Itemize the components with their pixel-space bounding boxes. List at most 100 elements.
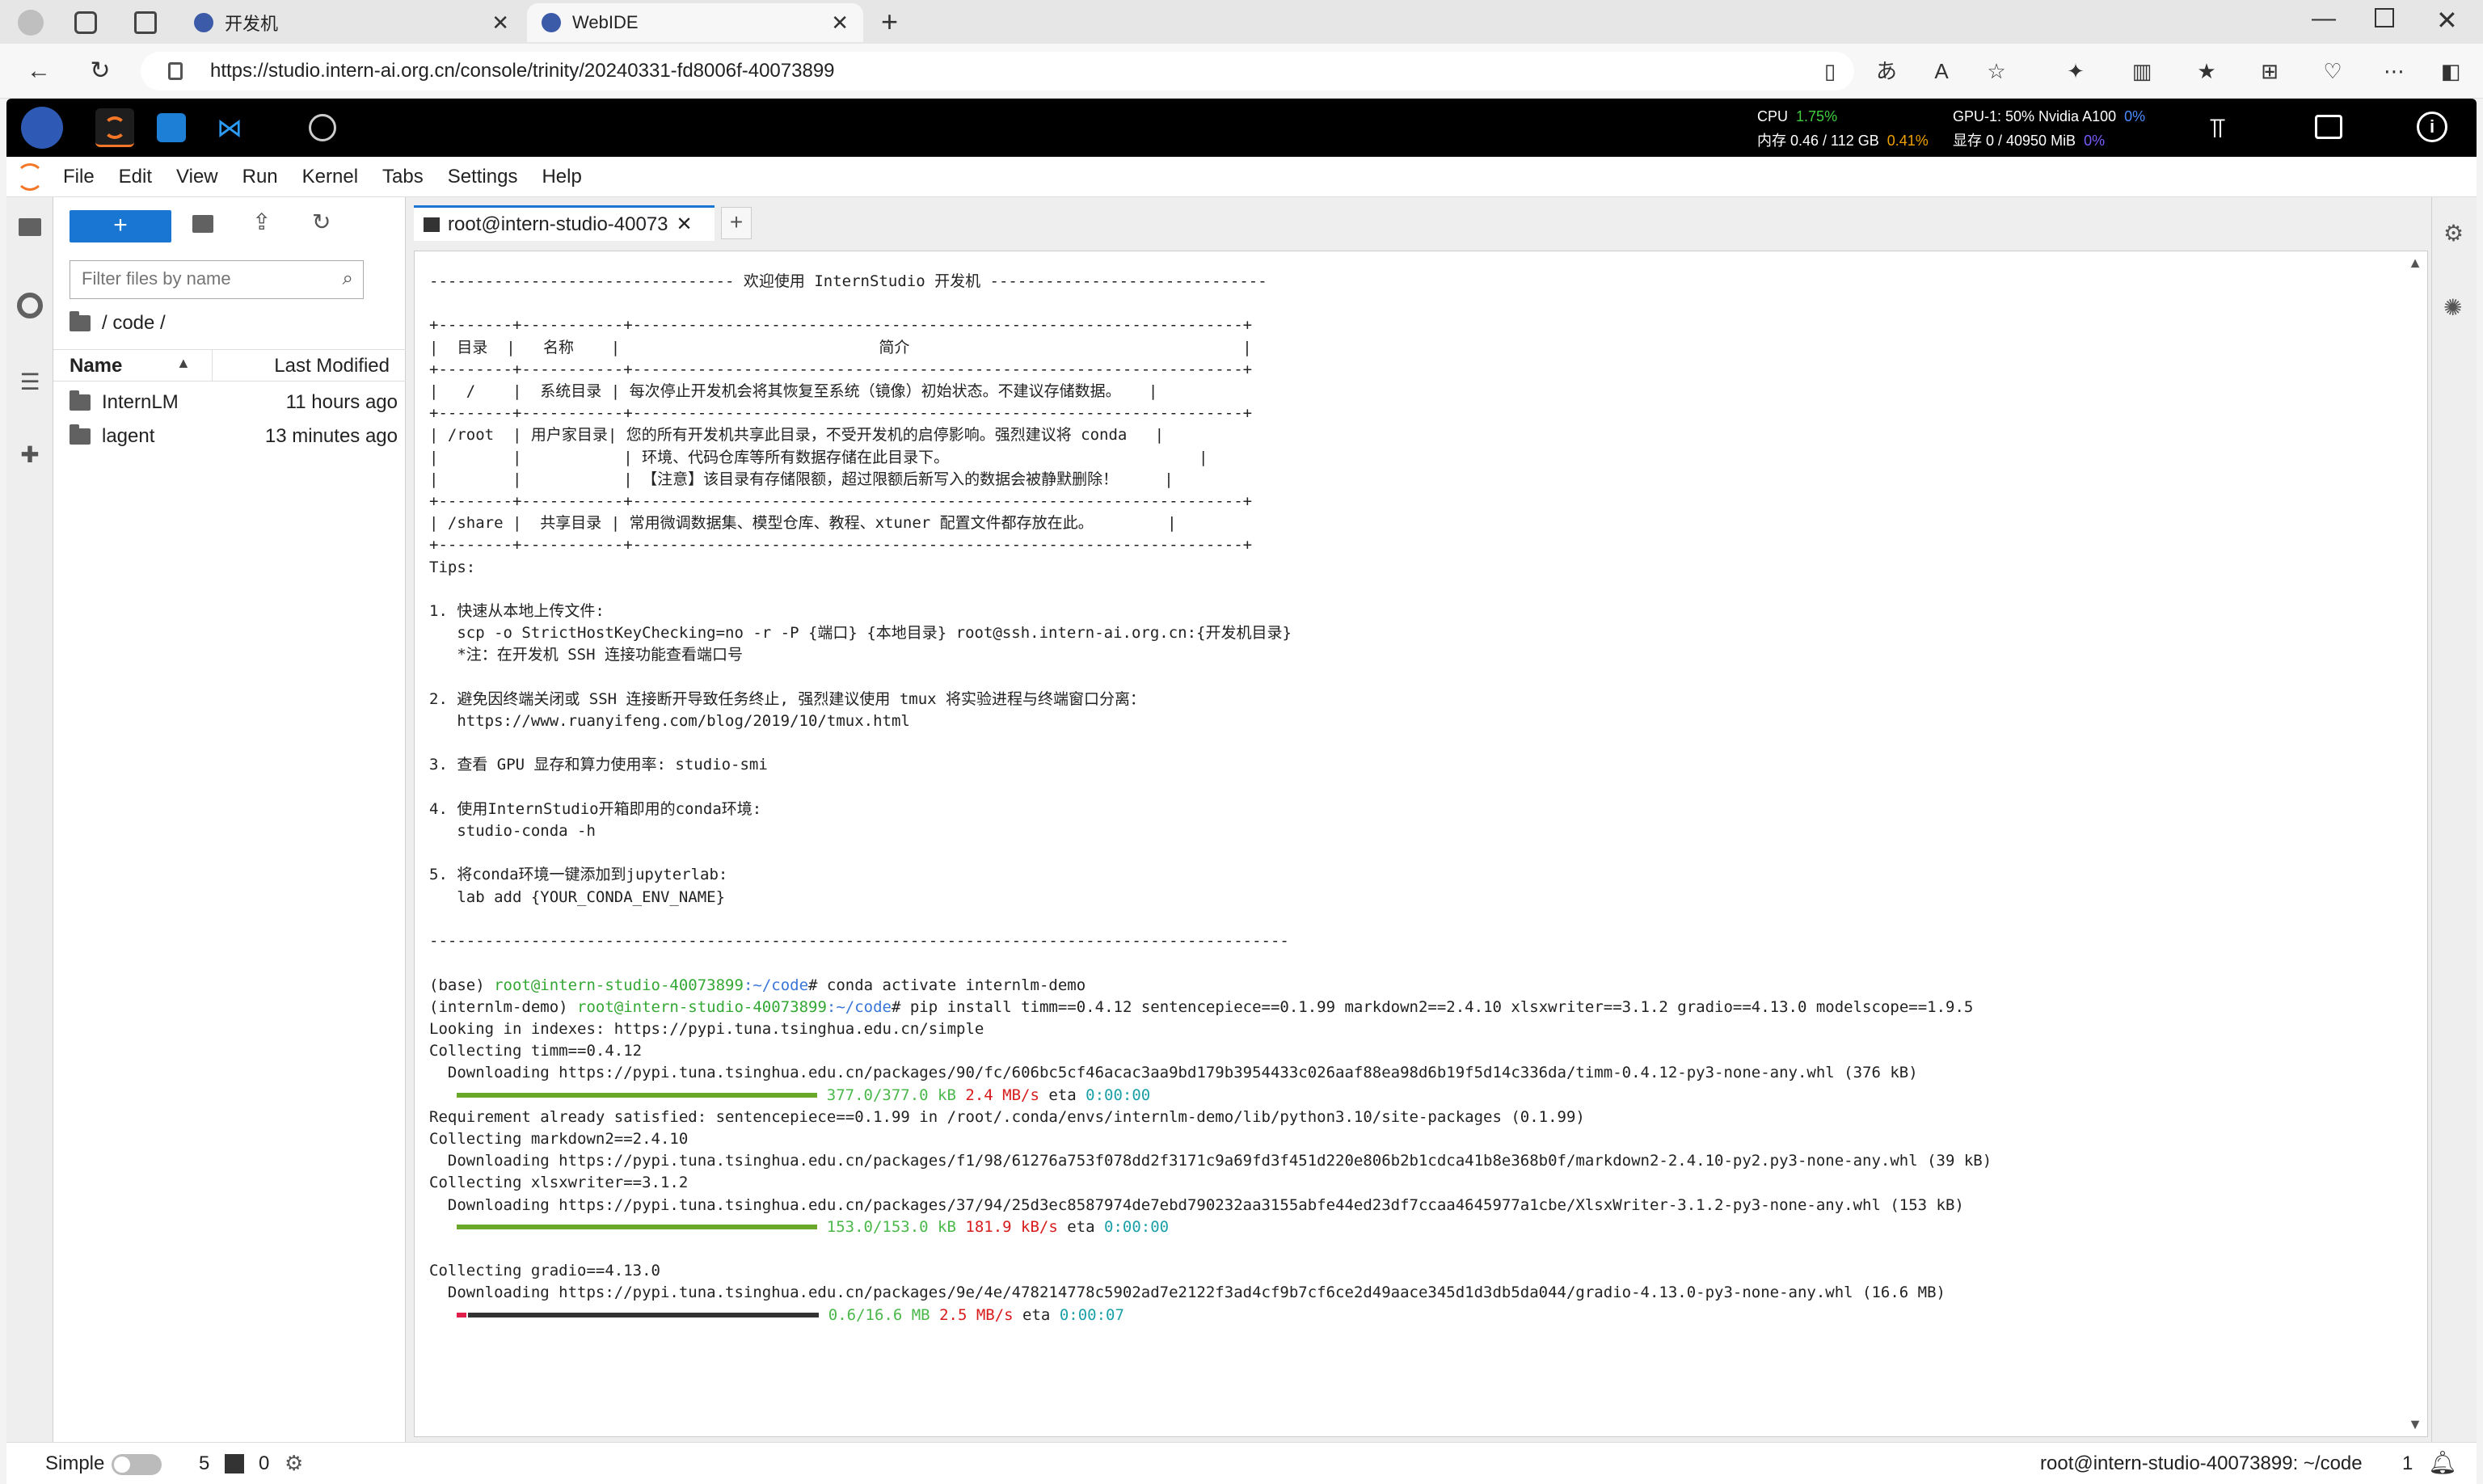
- browser-tab-webide[interactable]: WebIDE ✕: [527, 3, 863, 42]
- file-item-internlm[interactable]: InternLM 11 hours ago: [70, 386, 398, 419]
- vscode-icon[interactable]: ⋈: [215, 113, 244, 142]
- filter-files-box: ⌕: [70, 260, 364, 299]
- banner-line: [429, 579, 1992, 601]
- terminal-count[interactable]: 0: [259, 1452, 269, 1475]
- close-tab-icon[interactable]: ✕: [491, 11, 509, 36]
- banner-line: [429, 732, 1992, 754]
- progress-line-2: 153.0/153.0 kB 181.9 kB/s eta 0:00:00: [429, 1216, 1992, 1238]
- column-name[interactable]: Name: [70, 355, 122, 377]
- profile-icon[interactable]: [18, 10, 44, 36]
- close-tab-icon[interactable]: ✕: [831, 11, 849, 36]
- scroll-up-icon[interactable]: ▲: [2408, 255, 2422, 272]
- jupyter-icon[interactable]: [95, 108, 134, 147]
- sidebar-toggle-icon[interactable]: ◧: [2436, 57, 2465, 86]
- breadcrumb[interactable]: / code /: [70, 311, 166, 335]
- output-line: Downloading https://pypi.tuna.tsinghua.e…: [429, 1284, 1946, 1302]
- output-line: Downloading https://pypi.tuna.tsinghua.e…: [429, 1064, 1918, 1082]
- menu-view[interactable]: View: [176, 166, 218, 188]
- add-tab-button[interactable]: +: [721, 207, 752, 239]
- new-launcher-button[interactable]: +: [70, 210, 171, 242]
- prompt-line-2: (internlm-demo) root@intern-studio-40073…: [429, 997, 1974, 1016]
- menu-kernel[interactable]: Kernel: [302, 166, 358, 188]
- menu-edit[interactable]: Edit: [119, 166, 152, 188]
- maximize-button[interactable]: [2375, 8, 2394, 27]
- monitor-icon[interactable]: [2315, 115, 2342, 139]
- banner-line: https://www.ruanyifeng.com/blog/2019/10/…: [429, 712, 910, 731]
- banner-line: --------------------------------- 欢迎使用 I…: [429, 272, 1267, 290]
- prompt-line-1: (base) root@intern-studio-40073899:~/cod…: [429, 976, 1086, 994]
- property-inspector-icon[interactable]: ⚙: [2443, 220, 2464, 247]
- extension-manager-icon[interactable]: ✚: [16, 441, 44, 469]
- column-last-modified[interactable]: Last Modified: [274, 355, 390, 377]
- filter-files-input[interactable]: [70, 261, 313, 297]
- banner-line: +--------+-----------+------------------…: [429, 404, 1253, 423]
- menu-tabs[interactable]: Tabs: [382, 166, 424, 188]
- minimize-button[interactable]: —: [2312, 5, 2336, 32]
- folder-icon: [70, 424, 91, 445]
- banner-line: 2. 避免因终端关闭或 SSH 连接断开导致任务终止, 强烈建议使用 tmux …: [429, 689, 1146, 708]
- main-dock-area: root@intern-studio-40073 ✕ + -----------…: [406, 197, 2431, 1442]
- workspaces-icon[interactable]: [74, 11, 97, 34]
- kernel-count[interactable]: 5: [199, 1452, 209, 1475]
- close-tab-icon[interactable]: ✕: [677, 213, 693, 236]
- close-window-button[interactable]: ✕: [2436, 5, 2458, 36]
- terminal-tab-label: root@intern-studio-40073: [448, 213, 668, 235]
- refresh-icon[interactable]: ↻: [312, 209, 331, 235]
- webide-top-bar: ⋈ CPU 1.75% 内存 0.46 / 112 GB 0.41% GPU-1…: [6, 99, 2477, 157]
- info-icon[interactable]: i: [2417, 112, 2447, 142]
- output-line: Downloading https://pypi.tuna.tsinghua.e…: [429, 1152, 1992, 1170]
- debugger-icon[interactable]: ✺: [2443, 294, 2462, 321]
- right-sidebar-tabs: ⚙ ✺: [2431, 197, 2477, 1442]
- favorites-icon[interactable]: ★: [2192, 57, 2221, 86]
- notification-count[interactable]: 1: [2402, 1452, 2413, 1475]
- new-folder-icon[interactable]: [192, 215, 213, 233]
- extensions-icon[interactable]: ✦: [2061, 57, 2090, 86]
- simple-mode-toggle[interactable]: [112, 1454, 162, 1475]
- output-line: Collecting markdown2==2.4.10: [429, 1129, 689, 1148]
- bell-icon[interactable]: 🔔︎: [2428, 1449, 2457, 1476]
- file-item-lagent[interactable]: lagent 13 minutes ago: [70, 420, 398, 453]
- menu-run[interactable]: Run: [242, 166, 278, 188]
- browser-essentials-icon[interactable]: ♡: [2318, 57, 2347, 86]
- file-browser-icon[interactable]: [19, 218, 41, 236]
- jupyter-logo-icon: [16, 162, 44, 191]
- file-name: lagent: [102, 425, 155, 447]
- new-tab-button[interactable]: +: [881, 5, 898, 39]
- sort-ascending-icon[interactable]: ▲: [176, 355, 191, 372]
- translate-icon[interactable]: あ: [1872, 57, 1901, 86]
- banner-line: scp -o StrictHostKeyChecking=no -r -P {端…: [429, 624, 1292, 643]
- read-aloud-icon[interactable]: A: [1927, 57, 1956, 86]
- status-bar: Simple 5 0 ⚙ root@intern-studio-40073899…: [6, 1442, 2477, 1484]
- menu-settings[interactable]: Settings: [448, 166, 518, 188]
- banner-line: [429, 667, 1992, 689]
- reload-icon[interactable]: ↻: [84, 55, 116, 87]
- menu-help[interactable]: Help: [542, 166, 581, 188]
- file-modified: 13 minutes ago: [264, 425, 398, 447]
- menu-file[interactable]: File: [63, 166, 95, 188]
- compass-icon[interactable]: [309, 114, 336, 141]
- running-sessions-icon[interactable]: [17, 293, 43, 318]
- url-field[interactable]: https://studio.intern-ai.org.cn/console/…: [141, 52, 1854, 91]
- tab-title: WebIDE: [572, 12, 639, 32]
- column-divider: [212, 350, 213, 381]
- more-menu-icon[interactable]: ⋯: [2380, 57, 2409, 86]
- file-browser-panel: + ⇪ ↻ ⌕ / code / Name ▲ Last Modified In…: [53, 197, 406, 1442]
- tab-actions-icon[interactable]: [134, 11, 157, 34]
- favorite-star-icon[interactable]: ☆: [1982, 57, 2011, 86]
- browser-tab-devmachine[interactable]: 开发机 ✕: [179, 3, 524, 42]
- banner-line: 4. 使用InternStudio开箱即用的conda环境:: [429, 799, 762, 818]
- tab-terminal[interactable]: root@intern-studio-40073 ✕: [414, 205, 715, 241]
- code-editor-icon[interactable]: [157, 113, 186, 142]
- tensorflow-icon[interactable]: ⫪: [2210, 113, 2225, 145]
- banner-line: +--------+-----------+------------------…: [429, 492, 1253, 511]
- upload-icon[interactable]: ⇪: [252, 209, 271, 235]
- terminal-view[interactable]: --------------------------------- 欢迎使用 I…: [414, 251, 2428, 1437]
- back-arrow-icon[interactable]: ←: [23, 55, 55, 87]
- output-line: Collecting xlsxwriter==3.1.2: [429, 1174, 689, 1192]
- scroll-down-icon[interactable]: ▼: [2408, 1416, 2422, 1433]
- table-of-contents-icon[interactable]: ☰: [16, 369, 44, 396]
- collections-icon[interactable]: ⊞: [2255, 57, 2284, 86]
- internstudio-logo-icon: [21, 107, 63, 149]
- split-screen-icon[interactable]: ▥: [2127, 57, 2156, 86]
- reading-view-icon[interactable]: ▯: [1815, 57, 1844, 86]
